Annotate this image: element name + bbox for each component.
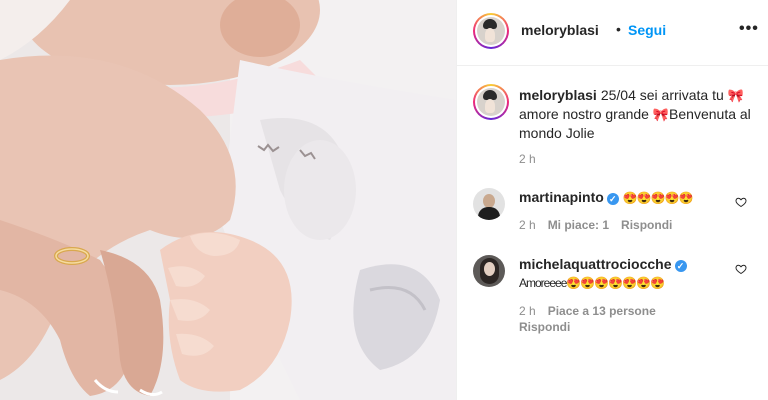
post-header: meloryblasi • Segui •••	[457, 0, 768, 66]
more-options-icon[interactable]: •••	[739, 20, 759, 38]
caption-text-2: amore nostro grande	[519, 106, 649, 122]
author-username[interactable]: meloryblasi	[521, 22, 599, 38]
caption-author-avatar[interactable]	[473, 84, 509, 120]
separator-dot: •	[616, 21, 621, 37]
comment-likes[interactable]: Mi piace: 1	[548, 218, 609, 232]
verified-badge-icon: ✓	[606, 193, 619, 205]
bow-emoji-icon: 🎀	[652, 107, 670, 122]
heart-icon[interactable]	[735, 263, 747, 275]
verified-badge-icon: ✓	[674, 260, 687, 272]
follow-button[interactable]: Segui	[628, 22, 666, 38]
commenter-avatar[interactable]	[473, 255, 505, 287]
commenter-avatar[interactable]	[473, 188, 505, 220]
comment-meta: 2 h Piace a 13 persone Rispondi	[519, 303, 739, 335]
heart-icon[interactable]	[735, 196, 747, 208]
comment-text: Amoreeee😍😍😍😍😍😍😍	[519, 276, 665, 290]
author-avatar[interactable]	[473, 13, 509, 49]
comment-timestamp[interactable]: 2 h	[519, 218, 536, 232]
caption-timestamp[interactable]: 2 h	[519, 152, 536, 166]
comment-meta: 2 h Mi piace: 1 Rispondi	[519, 218, 684, 232]
comment-text: 😍😍😍😍😍	[622, 191, 694, 205]
caption-username[interactable]: meloryblasi	[519, 87, 597, 103]
comment-username[interactable]: michelaquattrociocche	[519, 256, 672, 272]
post-photo[interactable]	[0, 0, 456, 400]
comment: martinapinto ✓ 😍😍😍😍😍	[519, 188, 719, 207]
bow-emoji-icon: 🎀	[727, 88, 744, 103]
reply-button[interactable]: Rispondi	[621, 218, 672, 232]
comment-likes[interactable]: Piace a 13 persone	[548, 304, 656, 318]
comment-timestamp[interactable]: 2 h	[519, 304, 536, 318]
post-side-panel: meloryblasi • Segui ••• meloryblasi 25/04…	[456, 0, 768, 400]
reply-button[interactable]: Rispondi	[519, 320, 570, 334]
post-caption: meloryblasi 25/04 sei arrivata tu 🎀 amore…	[519, 86, 751, 142]
newborn-hands-photo	[0, 0, 456, 400]
instagram-post-view: meloryblasi • Segui ••• meloryblasi 25/04…	[0, 0, 768, 400]
comment: michelaquattrociocche ✓ Amoreeee😍😍😍😍😍😍😍	[519, 255, 719, 292]
comment-username[interactable]: martinapinto	[519, 189, 604, 205]
caption-text-1: 25/04 sei arrivata tu	[600, 87, 724, 103]
